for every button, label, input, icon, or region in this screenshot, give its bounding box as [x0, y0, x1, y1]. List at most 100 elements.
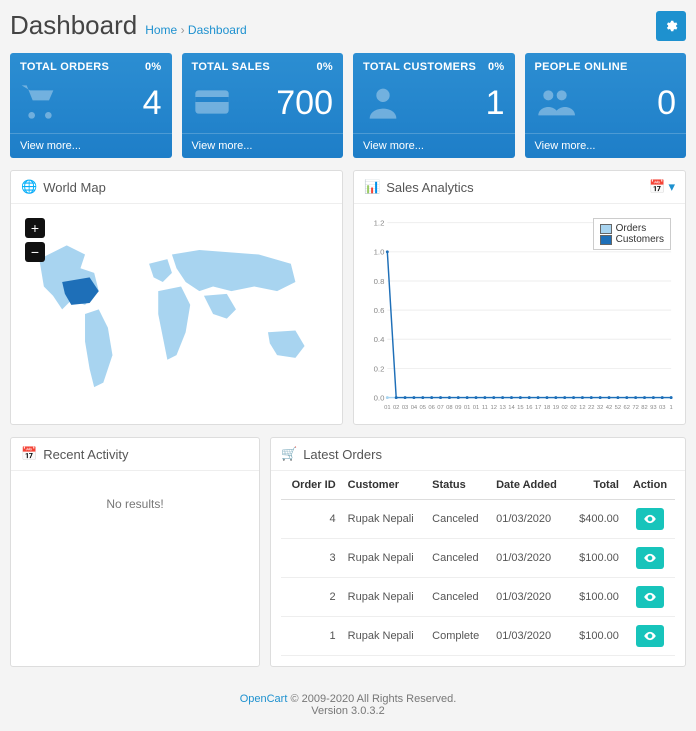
footer-brand-link[interactable]: OpenCart — [240, 693, 288, 705]
person-icon — [363, 82, 403, 125]
sales-analytics-panel: 📊 Sales Analytics 📅 ▾ Orders Customers 0… — [353, 170, 686, 425]
svg-text:32: 32 — [597, 405, 603, 411]
sales-analytics-title: Sales Analytics — [386, 180, 473, 195]
cell-customer: Rupak Nepali — [342, 578, 427, 617]
settings-button[interactable] — [656, 11, 686, 41]
view-more-link[interactable]: View more... — [10, 133, 172, 158]
tile-label: TOTAL SALES — [192, 61, 270, 73]
people-icon — [535, 82, 575, 125]
tile-label: TOTAL CUSTOMERS — [363, 61, 476, 73]
svg-text:1: 1 — [669, 405, 672, 411]
svg-text:22: 22 — [588, 405, 594, 411]
col-action: Action — [625, 471, 675, 500]
footer-rights: © 2009-2020 All Rights Reserved. — [287, 693, 456, 705]
breadcrumb-current[interactable]: Dashboard — [188, 23, 247, 37]
view-more-link[interactable]: View more... — [182, 133, 344, 158]
view-order-button[interactable] — [636, 625, 664, 647]
page-title: Dashboard — [10, 10, 137, 41]
zoom-in-button[interactable]: + — [25, 218, 45, 238]
cell-date: 01/03/2020 — [490, 539, 569, 578]
recent-activity-panel: 📅 Recent Activity No results! — [10, 437, 260, 667]
cell-customer: Rupak Nepali — [342, 617, 427, 656]
cell-customer: Rupak Nepali — [342, 500, 427, 539]
world-map[interactable]: + − — [21, 214, 332, 414]
col-customer[interactable]: Customer — [342, 471, 427, 500]
view-order-button[interactable] — [636, 508, 664, 530]
tile-value: 0 — [657, 84, 676, 123]
svg-text:0.2: 0.2 — [374, 364, 385, 373]
col-date[interactable]: Date Added — [490, 471, 569, 500]
svg-text:0.0: 0.0 — [374, 393, 385, 402]
table-row: 3 Rupak Nepali Canceled 01/03/2020 $100.… — [281, 539, 675, 578]
chart-legend: Orders Customers — [593, 218, 671, 250]
breadcrumb-home[interactable]: Home — [145, 23, 177, 37]
footer-version: Version 3.0.3.2 — [311, 705, 384, 717]
svg-text:19: 19 — [553, 405, 559, 411]
sales-chart: Orders Customers 0.00.20.40.60.81.01.201… — [364, 214, 675, 414]
svg-text:1.2: 1.2 — [374, 219, 385, 228]
svg-text:0.8: 0.8 — [374, 277, 385, 286]
cell-order-id: 1 — [281, 617, 342, 656]
cart-icon: 🛒 — [281, 446, 297, 462]
svg-text:12: 12 — [491, 405, 497, 411]
stat-tile: PEOPLE ONLINE 0 View more... — [525, 53, 687, 158]
cell-total: $100.00 — [569, 578, 625, 617]
calendar-icon: 📅 — [649, 179, 665, 195]
calendar-icon: 📅 — [21, 446, 37, 462]
world-map-svg — [21, 214, 332, 414]
svg-text:93: 93 — [650, 405, 656, 411]
recent-activity-empty: No results! — [21, 481, 249, 527]
svg-text:82: 82 — [641, 405, 647, 411]
tile-pct: 0% — [145, 61, 162, 73]
cell-status: Canceled — [426, 578, 490, 617]
table-row: 4 Rupak Nepali Canceled 01/03/2020 $400.… — [281, 500, 675, 539]
svg-text:42: 42 — [606, 405, 612, 411]
latest-orders-table: Order ID Customer Status Date Added Tota… — [281, 471, 675, 656]
svg-text:62: 62 — [624, 405, 630, 411]
tile-value: 4 — [143, 84, 162, 123]
svg-text:02: 02 — [570, 405, 576, 411]
chevron-down-icon: ▾ — [668, 179, 675, 195]
svg-text:11: 11 — [482, 405, 488, 411]
col-total[interactable]: Total — [569, 471, 625, 500]
svg-text:01: 01 — [464, 405, 470, 411]
latest-orders-panel: 🛒 Latest Orders Order ID Customer Status… — [270, 437, 686, 667]
view-order-button[interactable] — [636, 547, 664, 569]
col-order-id[interactable]: Order ID — [281, 471, 342, 500]
footer: OpenCart © 2009-2020 All Rights Reserved… — [10, 679, 686, 721]
svg-text:13: 13 — [499, 405, 505, 411]
tile-pct: 0% — [488, 61, 505, 73]
cell-date: 01/03/2020 — [490, 578, 569, 617]
view-order-button[interactable] — [636, 586, 664, 608]
svg-text:14: 14 — [508, 405, 515, 411]
svg-text:08: 08 — [446, 405, 452, 411]
legend-customers: Customers — [616, 234, 664, 245]
svg-text:1.0: 1.0 — [374, 248, 385, 257]
zoom-out-button[interactable]: − — [25, 242, 45, 262]
eye-icon — [643, 512, 657, 526]
cell-status: Canceled — [426, 539, 490, 578]
svg-text:05: 05 — [420, 405, 426, 411]
cell-date: 01/03/2020 — [490, 617, 569, 656]
latest-orders-title: Latest Orders — [303, 447, 382, 462]
svg-text:09: 09 — [455, 405, 461, 411]
col-status[interactable]: Status — [426, 471, 490, 500]
svg-text:06: 06 — [428, 405, 434, 411]
page-header: Dashboard Home › Dashboard — [10, 10, 686, 41]
svg-text:03: 03 — [659, 405, 665, 411]
svg-text:01: 01 — [473, 405, 479, 411]
tile-label: PEOPLE ONLINE — [535, 61, 628, 73]
tile-pct: 0% — [317, 61, 334, 73]
breadcrumb: Home › Dashboard — [145, 23, 246, 37]
cell-order-id: 3 — [281, 539, 342, 578]
svg-text:52: 52 — [615, 405, 621, 411]
cell-status: Canceled — [426, 500, 490, 539]
svg-text:0.6: 0.6 — [374, 306, 385, 315]
tile-label: TOTAL ORDERS — [20, 61, 109, 73]
cell-status: Complete — [426, 617, 490, 656]
date-range-button[interactable]: 📅 ▾ — [649, 179, 675, 195]
view-more-link[interactable]: View more... — [353, 133, 515, 158]
gear-icon — [664, 19, 678, 33]
globe-icon: 🌐 — [21, 179, 37, 195]
view-more-link[interactable]: View more... — [525, 133, 687, 158]
